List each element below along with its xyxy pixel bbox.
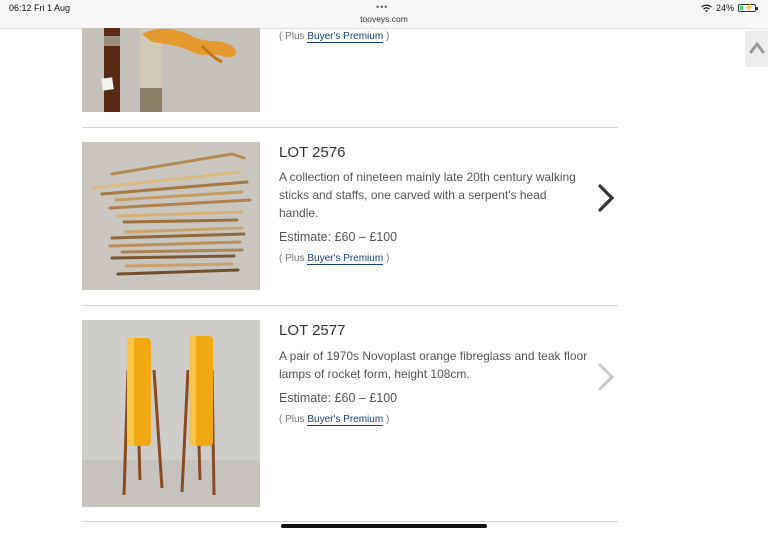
chevron-up-icon — [749, 41, 765, 54]
lot-estimate: Estimate: £60 – £100 — [279, 391, 398, 405]
status-indicators: 24% ⚡ — [701, 3, 758, 13]
home-indicator[interactable] — [281, 524, 487, 528]
buyers-premium-note: ( Plus Buyer's Premium ) — [279, 253, 390, 265]
chevron-right-icon[interactable] — [595, 183, 617, 213]
premium-suffix: ) — [383, 253, 390, 264]
premium-prefix: ( Plus — [279, 253, 308, 264]
lot-title[interactable]: LOT 2576 — [279, 144, 345, 161]
buyers-premium-link[interactable]: Buyer's Premium — [307, 414, 384, 426]
buyers-premium-link[interactable]: Buyer's Premium — [307, 253, 384, 265]
wifi-icon — [701, 4, 712, 12]
lot-estimate: Estimate: £60 – £100 — [279, 230, 398, 244]
buyers-premium-link[interactable]: Buyer's Premium — [307, 31, 384, 43]
premium-prefix: ( Plus — [279, 31, 308, 42]
lot-image-previous[interactable] — [82, 28, 260, 112]
lot-image-2576[interactable] — [82, 142, 260, 290]
chevron-right-icon[interactable] — [595, 362, 617, 392]
battery-percent: 24% — [715, 3, 734, 13]
lot-divider — [82, 127, 618, 128]
premium-suffix: ) — [383, 414, 390, 425]
lot-description: A collection of nineteen mainly late 20t… — [279, 170, 576, 220]
walking-cane-photo — [82, 28, 260, 112]
lot-divider — [82, 521, 618, 522]
multitasking-dots[interactable]: ••• — [376, 2, 388, 12]
lot-title[interactable]: LOT 2577 — [279, 322, 345, 339]
back-to-top-button[interactable] — [745, 30, 768, 67]
status-bar: 06:12 Fri 1 Aug ••• tooveys.com 24% ⚡ — [0, 0, 768, 29]
buyers-premium-note: ( Plus Buyer's Premium ) — [279, 414, 390, 426]
status-time: 06:12 Fri 1 Aug — [9, 3, 71, 13]
lot-description: A pair of 1970s Novoplast orange fibregl… — [279, 349, 588, 381]
lot-divider — [82, 305, 618, 306]
charging-icon: ⚡ — [744, 3, 754, 12]
rocket-lamps-photo — [82, 320, 260, 507]
buyers-premium-note: ( Plus Buyer's Premium ) — [279, 31, 390, 43]
premium-prefix: ( Plus — [279, 414, 308, 425]
battery-icon: ⚡ — [738, 3, 758, 12]
walking-sticks-photo — [82, 142, 260, 290]
lot-image-2577[interactable] — [82, 320, 260, 507]
battery-fill — [740, 6, 743, 10]
premium-suffix: ) — [383, 31, 390, 42]
address-url[interactable]: tooveys.com — [0, 14, 768, 24]
